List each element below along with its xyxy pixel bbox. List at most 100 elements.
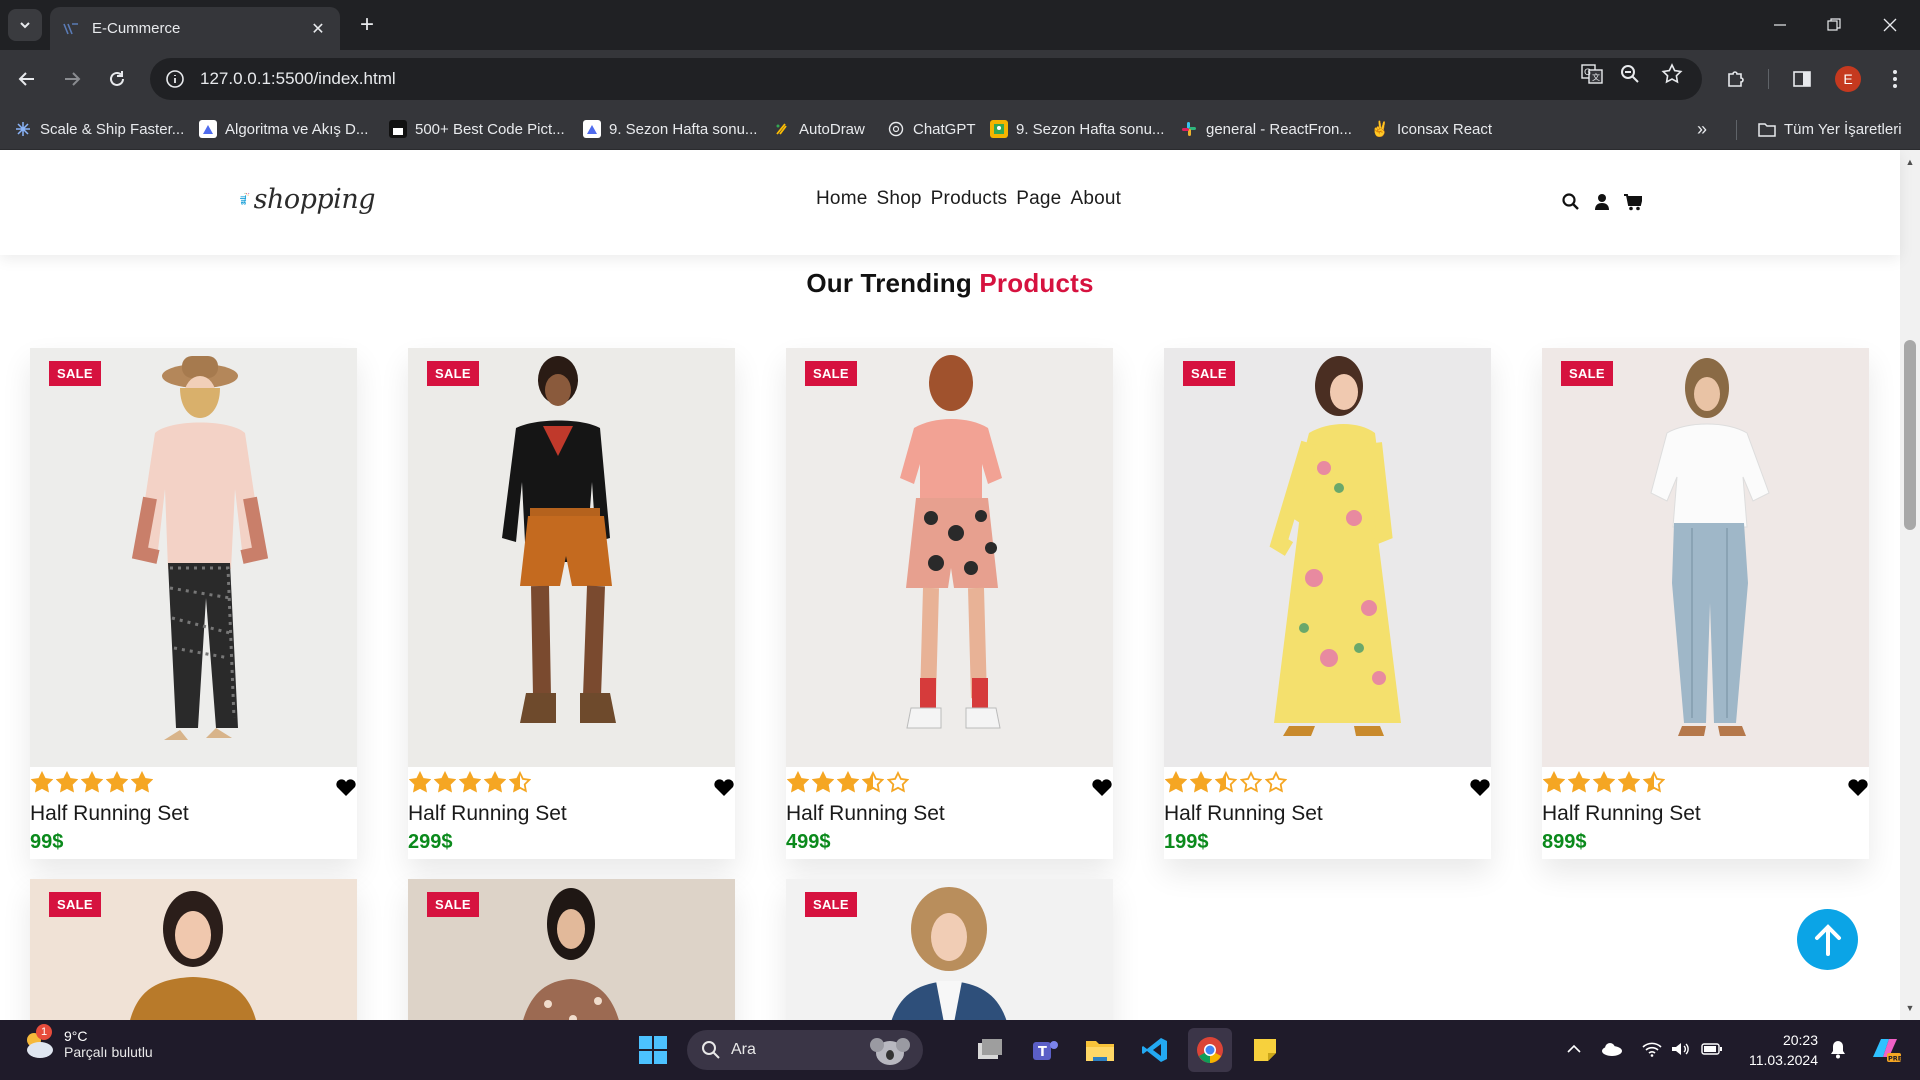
tab-close-icon[interactable]: ✕ <box>308 19 328 39</box>
scrollbar-thumb[interactable] <box>1904 340 1916 530</box>
system-clock[interactable]: 20:23 11.03.2024 <box>1742 1030 1818 1070</box>
extensions-button[interactable] <box>1720 63 1752 95</box>
doc-icon <box>583 120 601 138</box>
star-empty-icon <box>887 771 909 793</box>
task-view-icon <box>978 1039 1002 1059</box>
product-image[interactable]: SALE <box>786 348 1113 767</box>
bookmark-item[interactable]: Scale & Ship Faster... <box>14 118 184 140</box>
nav-shop[interactable]: Shop <box>876 188 921 210</box>
onedrive-cloud-icon[interactable] <box>1600 1037 1624 1061</box>
product-image[interactable]: SALE <box>30 348 357 767</box>
tab-search-button[interactable] <box>8 9 42 41</box>
heart-icon[interactable] <box>1847 777 1869 797</box>
chrome-app[interactable] <box>1188 1028 1232 1072</box>
battery-icon[interactable] <box>1700 1037 1724 1061</box>
side-panel-button[interactable] <box>1786 63 1818 95</box>
nav-products[interactable]: Products <box>931 188 1008 210</box>
heart-icon[interactable] <box>335 777 357 797</box>
bookmark-item[interactable]: ChatGPT <box>887 118 976 140</box>
bookmark-item[interactable]: 500+ Best Code Pict... <box>389 118 565 140</box>
product-card[interactable]: SALE Half Running Set 499$ <box>786 348 1113 859</box>
product-image[interactable]: SALE <box>1164 348 1491 767</box>
restore-button[interactable] <box>1806 0 1862 50</box>
taskbar-search[interactable]: Ara <box>687 1030 923 1070</box>
heart-icon[interactable] <box>1469 777 1491 797</box>
product-image[interactable]: SALE <box>408 879 735 1020</box>
product-card[interactable]: SALE Half Running Set 899$ <box>1542 348 1869 859</box>
product-card[interactable]: SALE <box>786 879 1113 1020</box>
nav-home[interactable]: Home <box>816 188 867 210</box>
all-bookmarks-folder[interactable]: Tüm Yer İşaretleri <box>1758 118 1902 140</box>
start-button[interactable] <box>631 1028 675 1072</box>
wifi-icon[interactable] <box>1640 1037 1664 1061</box>
address-bar[interactable]: 127.0.0.1:5500/index.html <box>150 58 1702 100</box>
product-name[interactable]: Half Running Set <box>30 802 189 826</box>
bookmark-item[interactable]: Algoritma ve Akış D... <box>199 118 368 140</box>
bookmark-star-button[interactable] <box>1659 61 1685 87</box>
nav-page[interactable]: Page <box>1016 188 1061 210</box>
section-title-main: Our Trending <box>806 268 980 298</box>
new-tab-button[interactable]: + <box>352 10 382 40</box>
product-card[interactable]: SALE Half Running Set 99$ <box>30 348 357 859</box>
more-bookmarks-chevron-icon[interactable]: » <box>1697 118 1707 140</box>
heart-icon[interactable] <box>1091 777 1113 797</box>
reload-button[interactable] <box>101 63 133 95</box>
show-hidden-icons-chevron-icon[interactable] <box>1562 1037 1586 1061</box>
back-to-top-button[interactable] <box>1797 909 1858 970</box>
copilot-icon[interactable]: PRE <box>1867 1037 1903 1063</box>
site-info-icon[interactable] <box>164 68 186 90</box>
product-image[interactable]: SALE <box>1542 348 1869 767</box>
product-name[interactable]: Half Running Set <box>1542 802 1701 826</box>
profile-avatar[interactable]: E <box>1835 66 1861 92</box>
heart-icon[interactable] <box>713 777 735 797</box>
star-half-icon <box>509 771 531 793</box>
site-header: shopping Home Shop Products Page About <box>0 150 1900 255</box>
forward-button[interactable] <box>56 63 88 95</box>
rating-stars <box>31 771 153 793</box>
product-card[interactable]: SALE <box>30 879 357 1020</box>
product-name[interactable]: Half Running Set <box>786 802 945 826</box>
sale-badge: SALE <box>1183 361 1235 386</box>
product-name[interactable]: Half Running Set <box>1164 802 1323 826</box>
svg-text:PRE: PRE <box>1888 1055 1901 1063</box>
product-image[interactable]: SALE <box>408 348 735 767</box>
product-card[interactable]: SALE Half Running Set 299$ <box>408 348 735 859</box>
active-tab[interactable]: E-Cummerce ✕ <box>50 7 340 50</box>
zoom-button[interactable] <box>1617 61 1643 87</box>
close-window-button[interactable] <box>1862 0 1918 50</box>
product-image[interactable]: SALE <box>786 879 1113 1020</box>
product-card[interactable]: SALE Half Running Set 199$ <box>1164 348 1491 859</box>
bookmark-item[interactable]: general - ReactFron... <box>1180 118 1352 140</box>
volume-icon[interactable] <box>1668 1037 1692 1061</box>
product-card[interactable]: SALE <box>408 879 735 1020</box>
chevron-down-icon <box>20 22 30 29</box>
nav-about[interactable]: About <box>1070 188 1121 210</box>
weather-widget[interactable]: 1 9°C Parçalı bulutlu <box>22 1024 153 1060</box>
bookmark-item[interactable]: ✌ Iconsax React <box>1371 118 1492 140</box>
teams-app[interactable]: T <box>1023 1028 1067 1072</box>
browser-menu-button[interactable] <box>1879 63 1911 95</box>
user-icon[interactable] <box>1592 192 1611 211</box>
notification-bell-icon[interactable] <box>1826 1037 1850 1061</box>
site-logo[interactable]: shopping <box>240 168 376 230</box>
bookmark-item[interactable]: 9. Sezon Hafta sonu... <box>990 118 1164 140</box>
cart-icon[interactable] <box>1623 192 1642 211</box>
scroll-up-arrow-icon[interactable]: ▲ <box>1904 156 1916 168</box>
task-view-button[interactable] <box>968 1028 1012 1072</box>
minimize-button[interactable] <box>1752 0 1808 50</box>
product-meta: Half Running Set 299$ <box>408 767 735 859</box>
product-image[interactable]: SALE <box>30 879 357 1020</box>
page-scrollbar[interactable]: ▲ ▼ <box>1900 150 1920 1020</box>
vscode-app[interactable] <box>1133 1028 1177 1072</box>
bookmark-label: Iconsax React <box>1397 120 1493 138</box>
translate-icon: G文 <box>1581 64 1603 84</box>
sticky-notes-app[interactable] <box>1243 1028 1287 1072</box>
bookmark-item[interactable]: 9. Sezon Hafta sonu... <box>583 118 757 140</box>
product-name[interactable]: Half Running Set <box>408 802 567 826</box>
bookmark-item[interactable]: AutoDraw <box>773 118 865 140</box>
file-explorer-app[interactable] <box>1078 1028 1122 1072</box>
back-button[interactable] <box>11 63 43 95</box>
search-icon[interactable] <box>1561 192 1580 211</box>
scroll-down-arrow-icon[interactable]: ▼ <box>1904 1002 1916 1014</box>
translate-button[interactable]: G文 <box>1579 61 1605 87</box>
